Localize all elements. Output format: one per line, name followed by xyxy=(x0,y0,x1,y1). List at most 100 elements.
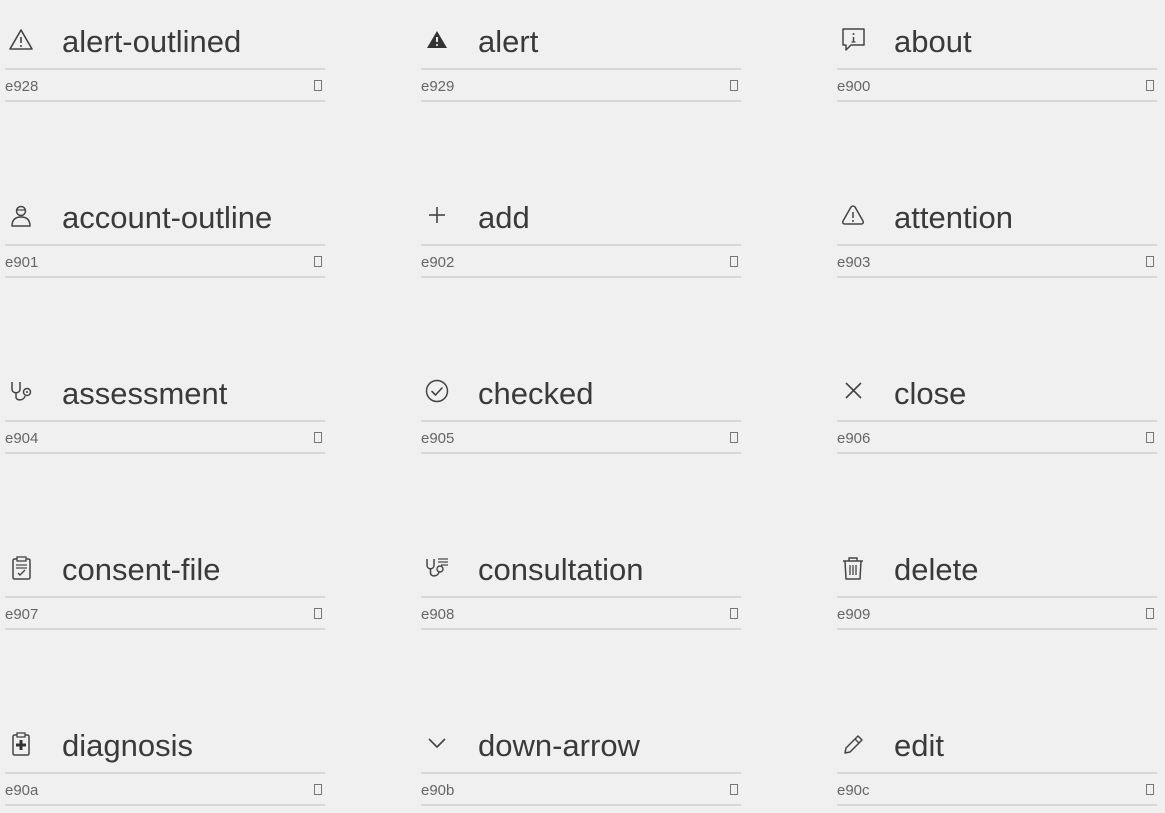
icon-code-row xyxy=(837,422,1157,454)
icon-card: diagnosis xyxy=(5,704,325,813)
icon-name: down-arrow xyxy=(478,728,640,763)
icon-code-field[interactable] xyxy=(421,254,541,271)
glyph-preview xyxy=(730,608,738,619)
icon-card: delete xyxy=(837,528,1157,638)
glyph-preview xyxy=(730,432,738,443)
about-icon xyxy=(839,26,867,54)
icon-code-row xyxy=(5,70,325,102)
icon-grid: alert-outlined alert about xyxy=(0,0,1165,813)
consent-file-icon xyxy=(7,554,35,582)
icon-card-header: edit xyxy=(837,704,1157,774)
icon-card: edit xyxy=(837,704,1157,813)
icon-card-header: alert-outlined xyxy=(5,0,325,70)
alert-icon xyxy=(423,26,451,54)
icon-code-field[interactable] xyxy=(421,78,541,95)
icon-name: delete xyxy=(894,552,979,587)
icon-name: alert xyxy=(478,24,539,59)
glyph-preview xyxy=(1146,432,1154,443)
icon-code-field[interactable] xyxy=(421,782,541,799)
icon-name: alert-outlined xyxy=(62,24,242,59)
icon-code-row xyxy=(837,598,1157,630)
glyph-preview xyxy=(314,784,322,795)
attention-icon xyxy=(839,202,867,230)
icon-card: alert-outlined xyxy=(5,0,325,110)
icon-code-row xyxy=(5,774,325,806)
glyph-preview xyxy=(1146,256,1154,267)
icon-code-field[interactable] xyxy=(5,254,125,271)
icon-name: edit xyxy=(894,728,944,763)
icon-name: diagnosis xyxy=(62,728,193,763)
glyph-preview xyxy=(314,80,322,91)
icon-name: consultation xyxy=(478,552,644,587)
icon-card-header: delete xyxy=(837,528,1157,598)
glyph-preview xyxy=(1146,80,1154,91)
icon-card: consent-file xyxy=(5,528,325,638)
add-icon xyxy=(423,202,451,230)
edit-icon xyxy=(839,730,867,758)
icon-card-header: about xyxy=(837,0,1157,70)
icon-code-field[interactable] xyxy=(837,254,957,271)
icon-name: assessment xyxy=(62,376,228,411)
icon-code-field[interactable] xyxy=(421,606,541,623)
icon-code-row xyxy=(837,70,1157,102)
glyph-preview xyxy=(730,784,738,795)
icon-code-row xyxy=(5,246,325,278)
icon-code-field[interactable] xyxy=(837,430,957,447)
icon-card: about xyxy=(837,0,1157,110)
icon-card: alert xyxy=(421,0,741,110)
icon-code-field[interactable] xyxy=(5,606,125,623)
icon-name: attention xyxy=(894,200,1013,235)
icon-code-field[interactable] xyxy=(5,430,125,447)
icon-code-row xyxy=(421,774,741,806)
glyph-preview xyxy=(730,80,738,91)
icon-card-header: consent-file xyxy=(5,528,325,598)
icon-code-field[interactable] xyxy=(837,606,957,623)
icon-code-row xyxy=(837,774,1157,806)
glyph-preview xyxy=(1146,608,1154,619)
icon-code-row xyxy=(5,422,325,454)
down-arrow-icon xyxy=(423,730,451,758)
icon-card: attention xyxy=(837,176,1157,286)
icon-code-field[interactable] xyxy=(421,430,541,447)
icon-card-header: down-arrow xyxy=(421,704,741,774)
icon-card-header: checked xyxy=(421,352,741,422)
icon-code-row xyxy=(421,422,741,454)
icon-code-row xyxy=(421,598,741,630)
icon-card-header: consultation xyxy=(421,528,741,598)
glyph-preview xyxy=(1146,784,1154,795)
icon-code-field[interactable] xyxy=(5,782,125,799)
account-outline-icon xyxy=(7,202,35,230)
icon-card-header: account-outline xyxy=(5,176,325,246)
close-icon xyxy=(839,378,867,406)
icon-code-field[interactable] xyxy=(837,782,957,799)
icon-name: account-outline xyxy=(62,200,273,235)
icon-name: add xyxy=(478,200,530,235)
assessment-icon xyxy=(7,378,35,406)
icon-card-header: alert xyxy=(421,0,741,70)
icon-card: add xyxy=(421,176,741,286)
icon-code-field[interactable] xyxy=(5,78,125,95)
icon-name: close xyxy=(894,376,967,411)
icon-card: consultation xyxy=(421,528,741,638)
icon-card-header: close xyxy=(837,352,1157,422)
icon-card-header: attention xyxy=(837,176,1157,246)
icon-code-row xyxy=(5,598,325,630)
icon-code-row xyxy=(421,70,741,102)
alert-outlined-icon xyxy=(7,26,35,54)
icon-code-field[interactable] xyxy=(837,78,957,95)
icon-name: consent-file xyxy=(62,552,221,587)
glyph-preview xyxy=(730,256,738,267)
icon-code-row xyxy=(837,246,1157,278)
glyph-preview xyxy=(314,256,322,267)
diagnosis-icon xyxy=(7,730,35,758)
icon-card: checked xyxy=(421,352,741,462)
icon-name: about xyxy=(894,24,972,59)
delete-icon xyxy=(839,554,867,582)
glyph-preview xyxy=(314,608,322,619)
icon-card: assessment xyxy=(5,352,325,462)
consultation-icon xyxy=(423,554,451,582)
icon-card: down-arrow xyxy=(421,704,741,813)
icon-code-row xyxy=(421,246,741,278)
icon-card-header: diagnosis xyxy=(5,704,325,774)
icon-card-header: assessment xyxy=(5,352,325,422)
